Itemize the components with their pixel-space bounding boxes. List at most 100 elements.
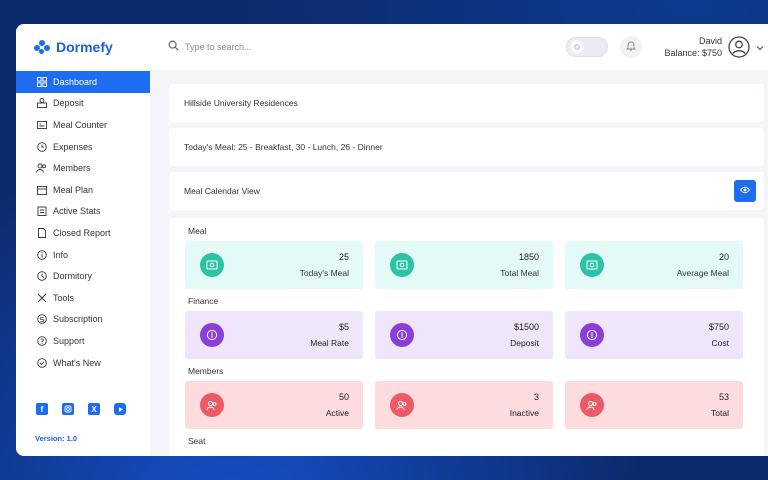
card-value: 50 <box>338 392 349 402</box>
card-label: Cost <box>711 338 729 348</box>
app-window: Dormefy David Balance: $750 <box>16 24 768 456</box>
calendar-view-label: Meal Calendar View <box>184 186 260 196</box>
card-label: Active <box>325 408 349 418</box>
chevron-down-icon[interactable] <box>756 38 764 56</box>
section-seat-title: Seat <box>188 436 206 446</box>
coin-icon <box>200 323 224 347</box>
meal-ticket-icon <box>580 253 604 277</box>
sidebar-item-dashboard[interactable]: Dashboard <box>16 71 150 93</box>
sidebar-item-members[interactable]: Members <box>16 157 150 179</box>
sidebar: Dashboard Deposit Meal Counter Expenses … <box>16 70 150 456</box>
theme-toggle[interactable] <box>566 37 609 57</box>
logo[interactable]: Dormefy <box>16 39 166 55</box>
social-links: f X <box>36 403 126 415</box>
info-icon <box>36 249 47 260</box>
card-value: 25 <box>338 252 349 262</box>
stat-card-active[interactable]: 50 Active <box>185 381 363 429</box>
stat-card-inactive[interactable]: 3 Inactive <box>375 381 553 429</box>
sidebar-item-label: Tools <box>53 292 75 303</box>
meal-ticket-icon <box>200 253 224 277</box>
check-circle-icon <box>36 357 47 368</box>
facebook-icon[interactable]: f <box>36 403 48 415</box>
sidebar-item-label: Support <box>53 335 85 346</box>
stat-card-deposit[interactable]: $1500 Deposit <box>375 311 553 359</box>
sidebar-item-label: Subscription <box>53 314 103 325</box>
sidebar-item-subscription[interactable]: Subscription <box>16 309 150 331</box>
stat-card-total-meal[interactable]: 1850 Total Meal <box>375 241 553 289</box>
coin-icon <box>390 323 414 347</box>
sidebar-item-label: What's New <box>53 357 101 368</box>
subscription-icon <box>36 314 47 325</box>
logo-icon <box>34 40 50 54</box>
stat-card-total[interactable]: 53 Total <box>565 381 743 429</box>
sidebar-item-expenses[interactable]: Expenses <box>16 136 150 158</box>
top-header: Dormefy David Balance: $750 <box>16 24 768 70</box>
coin-icon <box>580 323 604 347</box>
card-label: Today's Meal <box>299 268 349 278</box>
stat-card-average-meal[interactable]: 20 Average Meal <box>565 241 743 289</box>
user-name: David <box>698 36 722 46</box>
notification-button[interactable] <box>620 36 643 58</box>
sidebar-item-label: Members <box>53 163 91 174</box>
card-value: 53 <box>718 392 729 402</box>
clipboard-icon <box>36 206 47 217</box>
residence-bar: Hillside University Residences <box>169 84 764 122</box>
support-icon <box>36 335 47 346</box>
card-value: 1850 <box>518 252 539 262</box>
card-label: Total Meal <box>500 268 539 278</box>
meal-ticket-icon <box>390 253 414 277</box>
sidebar-item-label: Meal Plan <box>53 184 94 195</box>
todays-meal-bar: Today's Meal: 25 - Breakfast, 30 - Lunch… <box>169 128 764 166</box>
sidebar-item-label: Deposit <box>53 98 84 109</box>
youtube-icon[interactable] <box>114 403 126 415</box>
section-members-title: Members <box>188 366 224 376</box>
instagram-icon[interactable] <box>62 403 74 415</box>
sun-icon <box>570 40 585 54</box>
avatar[interactable] <box>728 36 750 58</box>
card-label: Total <box>711 408 729 418</box>
app-name: Dormefy <box>56 39 113 55</box>
sidebar-item-whats-new[interactable]: What's New <box>16 352 150 374</box>
todays-meal-summary: Today's Meal: 25 - Breakfast, 30 - Lunch… <box>184 142 383 152</box>
sidebar-item-label: Dormitory <box>53 271 93 282</box>
sidebar-item-meal-plan[interactable]: Meal Plan <box>16 179 150 201</box>
deposit-icon <box>36 98 47 109</box>
sidebar-item-meal-counter[interactable]: Meal Counter <box>16 114 150 136</box>
user-balance: Balance: $750 <box>664 48 722 58</box>
card-label: Meal Rate <box>310 338 349 348</box>
counter-icon <box>36 119 47 130</box>
report-icon <box>36 227 47 238</box>
sidebar-item-dormitory[interactable]: Dormitory <box>16 265 150 287</box>
users-icon <box>200 393 224 417</box>
users-icon <box>390 393 414 417</box>
dormitory-icon <box>36 271 47 282</box>
calendar-view-bar: Meal Calendar View <box>169 172 764 210</box>
card-label: Deposit <box>510 338 539 348</box>
tools-icon <box>36 292 47 303</box>
members-icon <box>36 163 47 174</box>
sidebar-item-label: Closed Report <box>53 227 111 238</box>
stats-panel: Meal 25 Today's Meal 1850 Total Meal 20 … <box>169 218 764 456</box>
search-input[interactable] <box>185 42 365 52</box>
stat-card-todays-meal[interactable]: 25 Today's Meal <box>185 241 363 289</box>
user-info[interactable]: David Balance: $750 <box>664 35 722 59</box>
sidebar-item-info[interactable]: Info <box>16 244 150 266</box>
bell-icon <box>626 38 637 56</box>
sidebar-item-active-stats[interactable]: Active Stats <box>16 201 150 223</box>
stat-card-meal-rate[interactable]: $5 Meal Rate <box>185 311 363 359</box>
card-value: $750 <box>708 322 729 332</box>
card-value: 3 <box>533 392 539 402</box>
search-bar <box>168 38 566 56</box>
view-calendar-button[interactable] <box>734 180 756 202</box>
sidebar-item-label: Info <box>53 249 69 260</box>
sidebar-item-support[interactable]: Support <box>16 330 150 352</box>
card-label: Inactive <box>509 408 539 418</box>
sidebar-item-deposit[interactable]: Deposit <box>16 93 150 115</box>
section-meal-title: Meal <box>188 226 207 236</box>
search-icon <box>168 38 179 56</box>
grid-icon <box>36 76 47 87</box>
stat-card-cost[interactable]: $750 Cost <box>565 311 743 359</box>
sidebar-item-closed-report[interactable]: Closed Report <box>16 222 150 244</box>
sidebar-item-tools[interactable]: Tools <box>16 287 150 309</box>
x-icon[interactable]: X <box>88 403 100 415</box>
